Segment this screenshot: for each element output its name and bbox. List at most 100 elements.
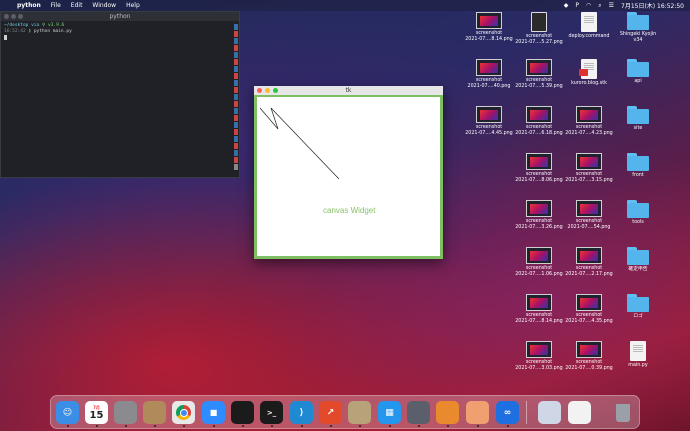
p-app-icon[interactable]: P: [575, 2, 579, 9]
icon-label: deploy.command: [568, 34, 610, 39]
minimize-button[interactable]: [11, 14, 16, 19]
canvas-label: canvas Widget: [323, 206, 376, 215]
calendar-icon[interactable]: 7月 15: [85, 401, 108, 424]
python-launcher-icon[interactable]: [466, 401, 489, 424]
icon-label: main.py: [628, 363, 648, 368]
icon-label: front: [632, 173, 644, 178]
screenshot-thumbnail-icon: [576, 200, 602, 217]
desktop-folder[interactable]: Shingeki Kyojin v34: [613, 12, 663, 43]
dock-separator: [526, 401, 527, 424]
image-file-icon: [531, 12, 547, 32]
chrome-icon[interactable]: [172, 401, 195, 424]
tk-titlebar[interactable]: tk: [254, 86, 443, 95]
desktop-folder[interactable]: tools: [613, 200, 663, 226]
running-indicator: [507, 425, 509, 427]
control-center-icon[interactable]: ☰: [609, 2, 614, 9]
running-indicator: [183, 425, 185, 427]
terminal-scrollbar[interactable]: [234, 24, 238, 174]
document-file-icon: [630, 341, 646, 361]
desktop-file[interactable]: deploy.command: [564, 12, 614, 40]
desktop-folder[interactable]: 確定申告: [613, 247, 663, 273]
terminal-titlebar[interactable]: python: [1, 12, 239, 21]
desktop-file[interactable]: screenshot 2021-07....4.23.png: [564, 106, 614, 136]
desktop-file[interactable]: screenshot 2021-07....8.14.png: [514, 294, 564, 324]
desktop-file[interactable]: screenshot 2021-07....0.39.png: [564, 341, 614, 371]
trash-icon[interactable]: [611, 401, 634, 424]
desktop-file[interactable]: screenshot 2021-07....2.17.png: [564, 247, 614, 277]
menu-bar: python File Edit Window Help ◆ P ◠ ⌕ ☰ 7…: [0, 0, 690, 11]
zoom-icon[interactable]: ■: [202, 401, 225, 424]
menu-help[interactable]: Help: [126, 2, 140, 9]
wifi-icon[interactable]: ◠: [586, 2, 591, 9]
desktop-file[interactable]: screenshot 2021-07....3.03.png: [514, 341, 564, 371]
terminal-output[interactable]: ~/desktop via ⚲ v3.9.6 16:52:42 ❯ python…: [1, 21, 239, 44]
document-icon[interactable]: [568, 401, 591, 424]
desktop-file[interactable]: screenshot 2021-07....40.png: [464, 59, 514, 89]
prompt-time: 16:52:42: [4, 29, 26, 34]
finder-icon[interactable]: ☺: [56, 401, 79, 424]
desktop-file[interactable]: screenshot 2021-07....4.35.png: [564, 294, 614, 324]
zoom-button[interactable]: [273, 88, 278, 93]
desktop-file[interactable]: screenshot 2021-07....5.39.png: [514, 59, 564, 89]
docker-icon[interactable]: ▦: [378, 401, 401, 424]
dropbox-icon[interactable]: ◆: [564, 2, 569, 9]
screenshot-thumbnail-icon: [526, 153, 552, 170]
activity-monitor-icon[interactable]: [231, 401, 254, 424]
quicktime-icon[interactable]: [407, 401, 430, 424]
desktop-file[interactable]: main.py: [613, 341, 663, 369]
network-app-icon[interactable]: [436, 401, 459, 424]
running-indicator: [389, 425, 391, 427]
icon-label: 確定申告: [628, 267, 648, 272]
archive-utility-icon[interactable]: [348, 401, 371, 424]
preview-icon[interactable]: [538, 401, 561, 424]
terminal-window[interactable]: python ~/desktop via ⚲ v3.9.6 16:52:42 ❯…: [0, 11, 240, 178]
menu-app-name[interactable]: python: [17, 2, 41, 9]
desktop-file[interactable]: screenshot 2021-07....3.26.png: [514, 200, 564, 230]
running-indicator: [67, 425, 69, 427]
grapher-icon[interactable]: ↗: [319, 401, 342, 424]
search-icon[interactable]: ⌕: [598, 2, 601, 10]
infinity-app-icon[interactable]: ∞: [496, 401, 519, 424]
menu-edit[interactable]: Edit: [71, 2, 83, 9]
icon-label-sub: 2021-07....3.15.png: [565, 177, 613, 183]
desktop-folder[interactable]: site: [613, 106, 663, 132]
icon-label: site: [633, 126, 643, 131]
desktop-folder[interactable]: front: [613, 153, 663, 179]
icon-label-sub: 2021-07....2.17.png: [565, 271, 613, 277]
menu-file[interactable]: File: [51, 2, 61, 9]
zoom-button[interactable]: [18, 14, 23, 19]
menubar-clock[interactable]: 7月15日(木) 16:52:50: [621, 1, 684, 10]
vscode-icon[interactable]: ⟩: [290, 401, 313, 424]
desktop-file[interactable]: screenshot 2021-07....5.27.png: [514, 12, 564, 45]
icon-label: kuroro.blog.stk: [571, 81, 607, 86]
document-file-icon: [579, 59, 597, 79]
screenshot-thumbnail-icon: [576, 106, 602, 123]
desktop-file[interactable]: kuroro.blog.stk: [564, 59, 614, 87]
minimize-button[interactable]: [265, 88, 270, 93]
canvas-drawing: [259, 107, 340, 180]
dock: ☺ 7月 15 ■ >_ ⟩ ↗ ▦ ∞: [50, 395, 640, 429]
close-button[interactable]: [257, 88, 262, 93]
screenshot-thumbnail-icon: [526, 341, 552, 358]
desktop-file[interactable]: screenshot 2021-07....4.45.png: [464, 106, 514, 136]
canvas-widget[interactable]: canvas Widget: [257, 97, 440, 256]
desktop-file[interactable]: screenshot 2021-07....6.18.png: [514, 106, 564, 136]
menu-window[interactable]: Window: [92, 2, 116, 9]
screenshot-thumbnail-icon: [476, 106, 502, 123]
tk-window[interactable]: tk canvas Widget: [254, 86, 443, 259]
running-indicator: [330, 425, 332, 427]
icon-label-sub: 2021-07....0.39.png: [565, 365, 613, 371]
desktop-folder[interactable]: api: [613, 59, 663, 85]
icon-label: ロゴ: [633, 314, 643, 319]
desktop-file[interactable]: screenshot 2021-07....54.png: [564, 200, 614, 230]
contacts-icon[interactable]: [143, 401, 166, 424]
desktop-file[interactable]: screenshot 2021-07....1.06.png: [514, 247, 564, 277]
icon-label-sub: 2021-07....8.06.png: [515, 177, 563, 183]
desktop-file[interactable]: screenshot 2021-07....3.15.png: [564, 153, 614, 183]
desktop-folder[interactable]: ロゴ: [613, 294, 663, 320]
close-button[interactable]: [4, 14, 9, 19]
desktop-file[interactable]: screenshot 2021-07....8.06.png: [514, 153, 564, 183]
desktop-file[interactable]: screenshot 2021-07....8.14.png: [464, 12, 514, 42]
terminal-icon[interactable]: >_: [260, 401, 283, 424]
system-preferences-icon[interactable]: [114, 401, 137, 424]
